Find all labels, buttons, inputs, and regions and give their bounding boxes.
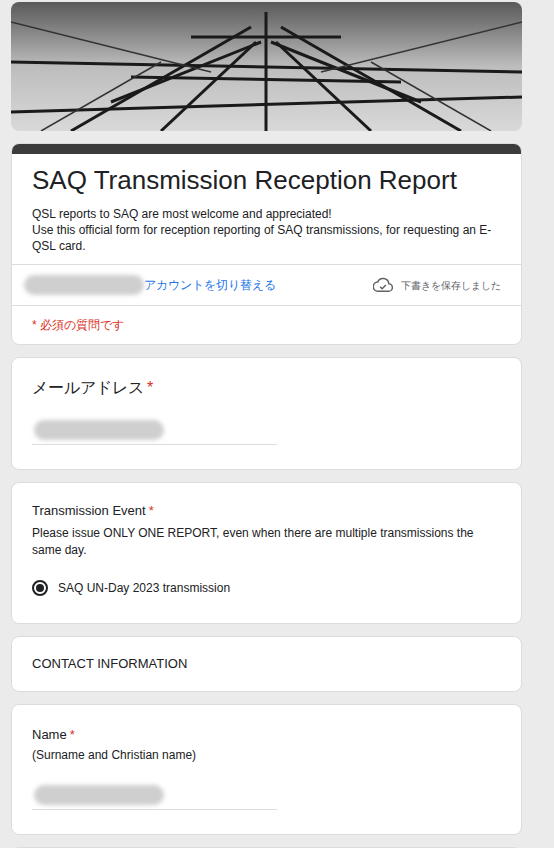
email-field [32, 420, 501, 445]
draft-status: 下書きを保存しました [373, 275, 509, 295]
radio-dot [36, 584, 44, 592]
title-block: SAQ Transmission Reception Report QSL rep… [12, 154, 521, 264]
radio-option[interactable]: SAQ UN-Day 2023 transmission [32, 579, 501, 597]
question-label: Name* [32, 725, 501, 745]
form-title: SAQ Transmission Reception Report [32, 164, 501, 196]
section-title: CONTACT INFORMATION [32, 654, 187, 674]
radio-options: SAQ UN-Day 2023 transmission [32, 579, 501, 597]
question-card: CONTACT INFORMATION [11, 636, 522, 692]
question-label: メールアドレス* [32, 378, 501, 398]
account-email-redacted [24, 275, 144, 295]
question-card: Name* (Surname and Christian name) [11, 704, 522, 835]
description-line: QSL reports to SAQ are most welcome and … [32, 206, 501, 222]
title-card-accent [12, 144, 521, 154]
description-line: Use this official form for reception rep… [32, 222, 501, 254]
title-card: SAQ Transmission Reception Report QSL rep… [11, 143, 522, 345]
required-note-row: * 必須の質問です [12, 305, 521, 344]
question-title: メールアドレス [32, 379, 144, 396]
cloud-check-icon [373, 275, 393, 295]
required-mark: * [149, 503, 154, 518]
radio-label: SAQ UN-Day 2023 transmission [58, 579, 230, 597]
input-value-redacted [34, 785, 164, 805]
switch-account-link[interactable]: アカウントを切り替える [144, 276, 276, 294]
question-title: Transmission Event [32, 503, 146, 518]
text-input[interactable] [32, 785, 277, 810]
form-description: QSL reports to SAQ are most welcome and … [32, 206, 501, 254]
required-mark: * [70, 727, 75, 742]
draft-saved-label: 下書きを保存しました [401, 278, 501, 293]
input-value-redacted [34, 420, 164, 440]
name-field [32, 785, 501, 810]
required-note: * 必須の質問です [32, 316, 124, 334]
question-card: Transmission Event* Please issue ONLY ONE… [11, 482, 522, 624]
text-input[interactable] [32, 420, 277, 445]
question-card [11, 847, 522, 848]
question-label: Transmission Event* [32, 501, 501, 521]
required-mark: * [147, 379, 153, 396]
account-row: アカウントを切り替える 下書きを保存しました [12, 264, 521, 305]
header-image [11, 2, 522, 131]
question-card: メールアドレス* [11, 357, 522, 470]
question-description: Please issue ONLY ONE REPORT, even when … [32, 525, 501, 559]
radio-button[interactable] [32, 580, 48, 596]
question-title: Name [32, 727, 67, 742]
question-description: (Surname and Christian name) [32, 747, 501, 763]
account-info: アカウントを切り替える [24, 275, 276, 295]
